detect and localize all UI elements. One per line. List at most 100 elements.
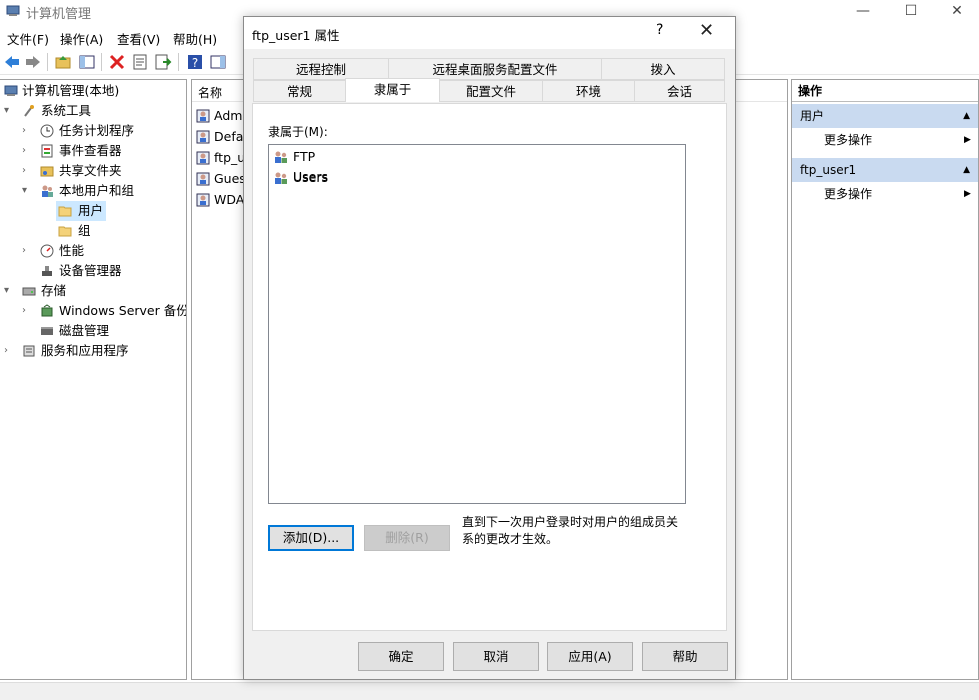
help-button[interactable]: 帮助 bbox=[642, 642, 728, 671]
tab-member-of[interactable]: 隶属于 bbox=[345, 78, 440, 102]
toolbar-separator bbox=[101, 53, 102, 71]
action-section-title: 用户 bbox=[800, 109, 825, 123]
close-window-button[interactable]: ✕ bbox=[934, 0, 979, 24]
tools-icon bbox=[24, 105, 34, 117]
show-hide-tree-icon[interactable] bbox=[78, 53, 96, 71]
chevron-right-icon[interactable]: › bbox=[22, 301, 34, 321]
tree-item-users[interactable]: 用户 bbox=[56, 201, 106, 221]
tree-item-device-manager[interactable]: 设备管理器 bbox=[22, 261, 184, 281]
clock-icon bbox=[40, 124, 54, 138]
tree-item-label: 组 bbox=[78, 223, 91, 238]
help-icon[interactable]: ? bbox=[186, 53, 204, 71]
export-list-icon[interactable] bbox=[154, 53, 172, 71]
tab-remote-desktop-profile[interactable]: 远程桌面服务配置文件 bbox=[388, 58, 602, 80]
user-icon bbox=[196, 193, 210, 207]
tree-item-label: 共享文件夹 bbox=[59, 163, 122, 178]
chevron-right-icon[interactable]: › bbox=[22, 141, 34, 161]
tab-dial-in[interactable]: 拨入 bbox=[601, 58, 725, 80]
tree-item-label: 系统工具 bbox=[41, 103, 92, 118]
chevron-right-icon[interactable]: › bbox=[4, 341, 16, 361]
action-section-title: ftp_user1 bbox=[800, 163, 857, 177]
collapse-up-icon[interactable]: ▲ bbox=[963, 104, 970, 128]
tree-item-label: 性能 bbox=[59, 243, 85, 258]
app-title: 计算机管理 bbox=[26, 7, 92, 22]
properties-dialog: ftp_user1 属性 ? ✕ 远程控制 远程桌面服务配置文件 拨入 常规 隶… bbox=[243, 16, 736, 680]
chevron-right-icon[interactable]: › bbox=[22, 161, 34, 181]
dialog-title-bar: ftp_user1 属性 ? ✕ bbox=[244, 17, 735, 49]
more-actions-label: 更多操作 bbox=[824, 133, 873, 147]
user-icon bbox=[196, 151, 210, 165]
tree-item-disk-management[interactable]: 磁盘管理 bbox=[22, 321, 184, 341]
collapse-up-icon[interactable]: ▲ bbox=[963, 158, 970, 182]
menu-action[interactable]: 操作(A) bbox=[60, 29, 103, 48]
action-section-ftp-user1[interactable]: ftp_user1 ▲ bbox=[792, 158, 978, 182]
group-icon bbox=[275, 172, 287, 184]
performance-icon bbox=[40, 244, 54, 258]
tab-environment[interactable]: 环境 bbox=[542, 80, 635, 102]
maximize-button[interactable]: ☐ bbox=[888, 0, 934, 24]
minimize-button[interactable]: — bbox=[840, 0, 886, 24]
chevron-right-icon[interactable]: › bbox=[22, 121, 34, 141]
backup-icon bbox=[41, 304, 53, 317]
tree-item-event-viewer[interactable]: › 事件查看器 bbox=[22, 141, 184, 161]
tree-item-performance[interactable]: › 性能 bbox=[22, 241, 184, 261]
tab-remote-control[interactable]: 远程控制 bbox=[253, 58, 389, 80]
properties-icon[interactable] bbox=[131, 53, 149, 71]
group-icon bbox=[275, 151, 287, 163]
tree-item-storage[interactable]: ▾ 存储 bbox=[4, 281, 184, 301]
tab-sessions[interactable]: 会话 bbox=[634, 80, 725, 102]
tree-item-label: 设备管理器 bbox=[59, 263, 122, 278]
dialog-title: ftp_user1 属性 bbox=[252, 28, 340, 43]
member-of-panel: 隶属于(M): FTP Users Users 添加(D)... 删除(R) 直… bbox=[252, 103, 727, 631]
chevron-right-icon[interactable]: › bbox=[22, 241, 34, 261]
more-actions-users[interactable]: 更多操作 ▶ bbox=[824, 130, 971, 150]
storage-icon bbox=[22, 287, 36, 296]
tree-item-computer-management[interactable]: 计算机管理(本地) bbox=[4, 81, 184, 101]
list-item-name: Gues bbox=[214, 171, 246, 186]
toolbar-separator bbox=[178, 53, 179, 71]
show-action-pane-icon[interactable] bbox=[209, 53, 227, 71]
menu-view[interactable]: 查看(V) bbox=[117, 29, 160, 48]
dialog-close-button[interactable]: ✕ bbox=[699, 20, 714, 41]
menu-help[interactable]: 帮助(H) bbox=[173, 29, 217, 48]
back-icon[interactable] bbox=[3, 53, 21, 71]
tree-item-local-users-groups[interactable]: ▾ 本地用户和组 bbox=[22, 181, 184, 201]
tree-item-system-tools[interactable]: ▾ 系统工具 bbox=[4, 101, 184, 121]
chevron-down-icon[interactable]: ▾ bbox=[4, 281, 16, 301]
chevron-down-icon[interactable]: ▾ bbox=[22, 181, 34, 201]
group-list[interactable]: FTP Users Users bbox=[268, 144, 686, 504]
dialog-help-icon[interactable]: ? bbox=[656, 22, 663, 38]
tree-item-label: 存储 bbox=[41, 283, 67, 298]
tree-item-windows-server-backup[interactable]: › Windows Server 备份 bbox=[22, 301, 187, 321]
action-section-users[interactable]: 用户 ▲ bbox=[792, 104, 978, 128]
tab-profile[interactable]: 配置文件 bbox=[439, 80, 543, 102]
tree-item-services-applications[interactable]: › 服务和应用程序 bbox=[4, 341, 184, 361]
tree-item-label: 本地用户和组 bbox=[59, 183, 135, 198]
tree-item-shared-folders[interactable]: › 共享文件夹 bbox=[22, 161, 184, 181]
up-folder-icon[interactable] bbox=[54, 53, 72, 71]
add-button[interactable]: 添加(D)... bbox=[268, 525, 354, 551]
chevron-down-icon[interactable]: ▾ bbox=[4, 101, 16, 121]
forward-icon[interactable] bbox=[24, 53, 42, 71]
tab-general[interactable]: 常规 bbox=[253, 80, 346, 102]
cancel-button[interactable]: 取消 bbox=[453, 642, 539, 671]
remove-button[interactable]: 删除(R) bbox=[364, 525, 450, 551]
delete-icon[interactable] bbox=[108, 53, 126, 71]
user-icon bbox=[196, 130, 210, 144]
event-viewer-icon bbox=[41, 144, 53, 158]
submenu-arrow-icon: ▶ bbox=[964, 135, 971, 145]
folder-icon bbox=[58, 226, 72, 237]
apply-button[interactable]: 应用(A) bbox=[547, 642, 633, 671]
ok-button[interactable]: 确定 bbox=[358, 642, 444, 671]
tree-item-groups[interactable]: 组 bbox=[56, 221, 116, 241]
tree-item-task-scheduler[interactable]: › 任务计划程序 bbox=[22, 121, 184, 141]
more-actions-ftp-user1[interactable]: 更多操作 ▶ bbox=[824, 184, 971, 204]
menu-file[interactable]: 文件(F) bbox=[7, 29, 49, 48]
column-header-name[interactable]: 名称 bbox=[198, 84, 222, 101]
list-item-name: ftp_u bbox=[214, 150, 246, 165]
more-actions-label: 更多操作 bbox=[824, 187, 873, 201]
tree-item-label: Windows Server 备份 bbox=[59, 303, 187, 318]
shared-folder-icon bbox=[40, 166, 54, 177]
users-icon bbox=[42, 185, 53, 197]
tree-item-label: 计算机管理(本地) bbox=[22, 83, 120, 98]
